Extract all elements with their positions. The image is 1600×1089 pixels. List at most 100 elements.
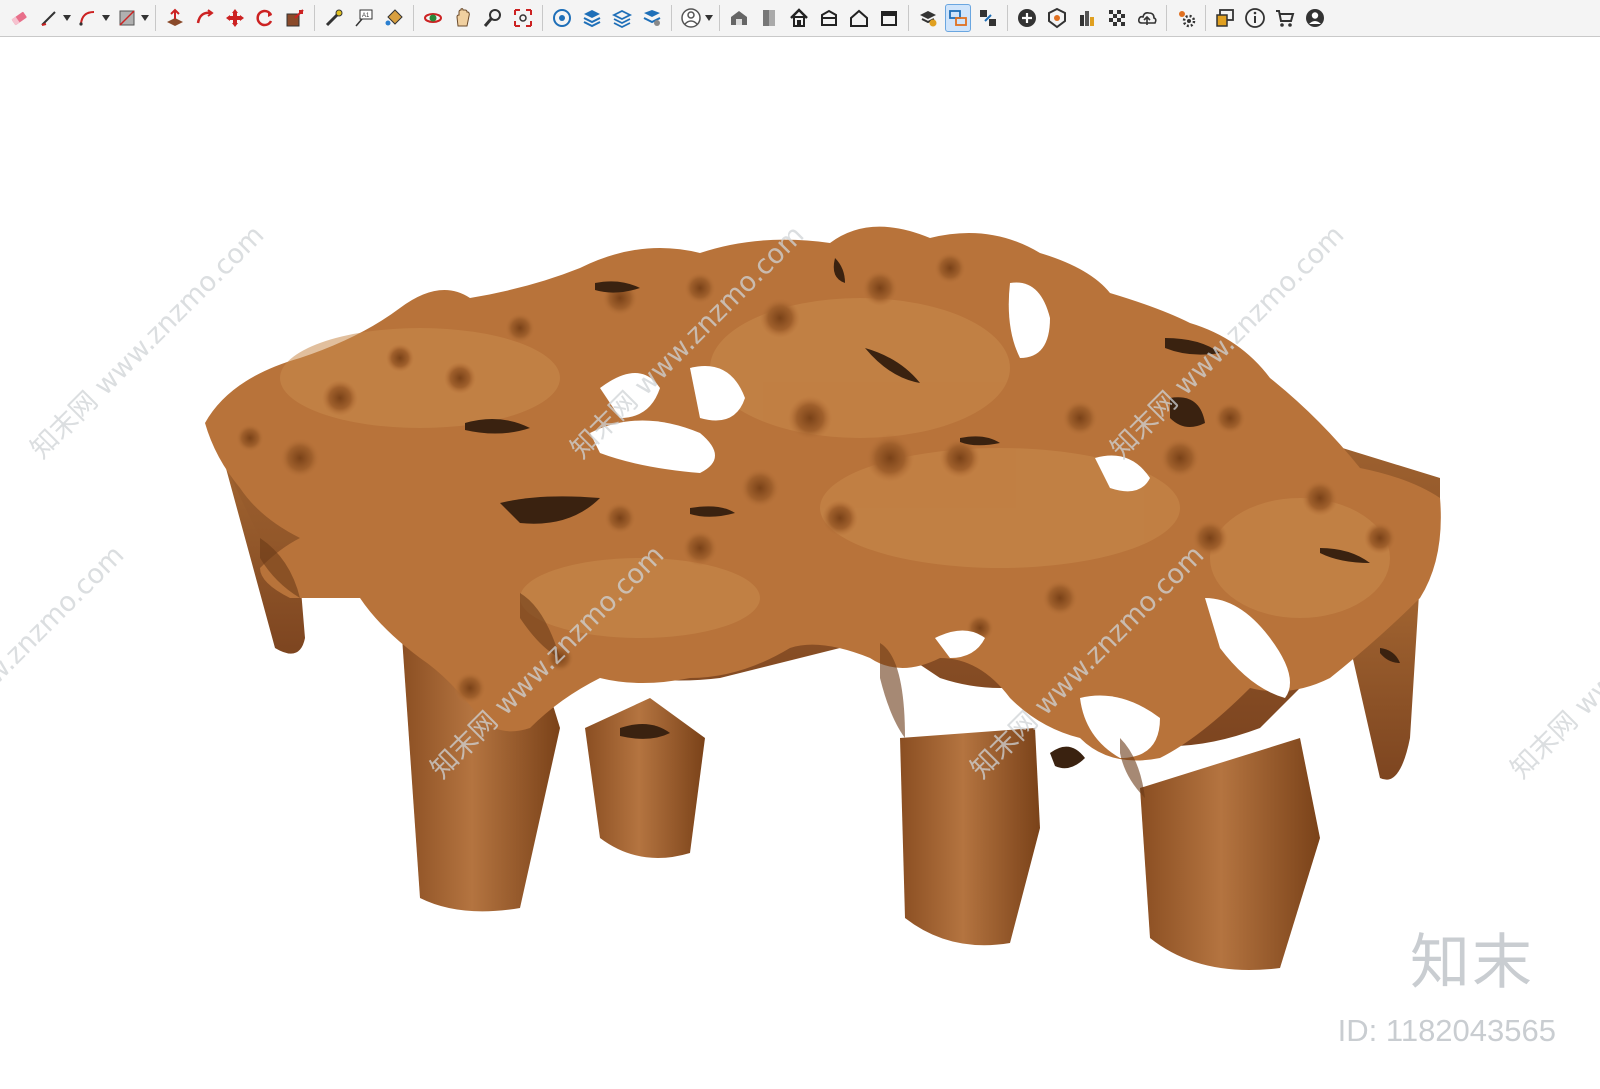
sandbox-icon — [1048, 7, 1066, 29]
home-icon — [790, 8, 808, 27]
cloud-upload-button[interactable] — [1134, 4, 1160, 32]
orbit-icon — [424, 13, 442, 23]
views-group — [724, 0, 904, 37]
paint-bucket-button[interactable] — [381, 4, 407, 32]
section-plane-icon — [553, 9, 571, 27]
text-label-button[interactable]: A1 — [351, 4, 377, 32]
fog-button[interactable] — [1104, 4, 1130, 32]
tape-measure-button[interactable] — [321, 4, 347, 32]
shadows-icon — [1080, 11, 1094, 26]
construction-tools-group: A1 — [319, 0, 409, 37]
outliner-icon — [949, 10, 967, 26]
outliner-button[interactable] — [945, 4, 971, 32]
push-pull-button[interactable] — [162, 4, 188, 32]
cart-button[interactable] — [1272, 4, 1298, 32]
iso-view-button[interactable] — [816, 4, 842, 32]
move-button[interactable] — [222, 4, 248, 32]
toolbar-separator — [908, 5, 909, 31]
text-label-icon: A1 — [355, 9, 373, 27]
front-view-button[interactable] — [846, 4, 872, 32]
dialog-button[interactable] — [1212, 4, 1238, 32]
user-account-button[interactable] — [678, 4, 704, 32]
scenes-icon — [643, 10, 661, 26]
solid-tools-icon — [920, 11, 937, 27]
home-button[interactable] — [786, 4, 812, 32]
model-viewport[interactable]: 知末网 www.znzmo.com 知末网 www.znzmo.com 知末网 … — [0, 38, 1600, 1089]
scenes-button[interactable] — [639, 4, 665, 32]
arc-button[interactable] — [75, 4, 101, 32]
sandbox-button[interactable] — [1044, 4, 1070, 32]
fog-icon — [1109, 10, 1125, 26]
shadows-button[interactable] — [1074, 4, 1100, 32]
pencil-button[interactable] — [36, 4, 62, 32]
profile-icon — [1306, 9, 1324, 27]
iso-view-icon — [821, 9, 837, 26]
user-account-dropdown[interactable] — [704, 4, 713, 32]
push-pull-icon — [167, 8, 183, 26]
warehouse-icon — [731, 11, 747, 25]
pan-button[interactable] — [450, 4, 476, 32]
move-icon — [226, 9, 244, 27]
account-group — [676, 0, 715, 37]
chevron-down-icon — [140, 15, 149, 21]
cart-icon — [1276, 10, 1295, 27]
warehouse-button[interactable] — [726, 4, 752, 32]
orbit-button[interactable] — [420, 4, 446, 32]
camera-tools-group — [418, 0, 538, 37]
layers-icon — [583, 10, 601, 28]
eraser-button[interactable] — [6, 4, 32, 32]
dialog-icon — [1216, 9, 1234, 27]
pencil-icon — [41, 11, 56, 26]
instructor-info-icon — [1245, 8, 1265, 28]
follow-me-icon — [196, 9, 214, 24]
zoom-icon — [483, 9, 501, 27]
add-location-icon — [1018, 9, 1036, 27]
pan-icon — [456, 8, 470, 27]
inspector-group — [913, 0, 1003, 37]
chevron-down-icon — [101, 15, 110, 21]
toolbar-separator — [314, 5, 315, 31]
arc-icon — [79, 11, 95, 26]
instructor-info-button[interactable] — [1242, 4, 1268, 32]
section-plane-button[interactable] — [549, 4, 575, 32]
follow-me-button[interactable] — [192, 4, 218, 32]
extension-settings-button[interactable] — [1173, 4, 1199, 32]
shape-dropdown[interactable] — [140, 4, 149, 32]
arc-dropdown[interactable] — [101, 4, 110, 32]
rotate-button[interactable] — [252, 4, 278, 32]
wood-table-model — [205, 226, 1441, 970]
paint-bucket-icon — [385, 9, 403, 26]
side-view-icon — [881, 11, 897, 26]
cloud-upload-icon — [1138, 12, 1157, 25]
side-view-button[interactable] — [876, 4, 902, 32]
solid-tools-button[interactable] — [915, 4, 941, 32]
profile-button[interactable] — [1302, 4, 1328, 32]
layers-button[interactable] — [579, 4, 605, 32]
styles-button[interactable] — [609, 4, 635, 32]
toolbar-separator — [542, 5, 543, 31]
extension-settings-icon — [1179, 11, 1196, 28]
zoom-button[interactable] — [480, 4, 506, 32]
chevron-down-icon — [62, 15, 71, 21]
toolbar-separator — [1205, 5, 1206, 31]
component-icon — [763, 10, 775, 26]
rotate-icon — [256, 9, 273, 27]
entity-info-button[interactable] — [975, 4, 1001, 32]
environment-group — [1012, 0, 1162, 37]
styles-icon — [611, 9, 633, 29]
toolbar-separator — [719, 5, 720, 31]
scale-icon — [286, 9, 304, 27]
toolbar-separator — [413, 5, 414, 31]
shape-button[interactable] — [114, 4, 140, 32]
add-location-button[interactable] — [1014, 4, 1040, 32]
scale-button[interactable] — [282, 4, 308, 32]
component-button[interactable] — [756, 4, 782, 32]
extensions-group — [1171, 0, 1201, 37]
zoom-extents-button[interactable] — [510, 4, 536, 32]
svg-text:A1: A1 — [362, 13, 370, 19]
toolbar-separator — [155, 5, 156, 31]
brand-watermark: 知末 — [1410, 928, 1534, 998]
pencil-dropdown[interactable] — [62, 4, 71, 32]
help-group — [1210, 0, 1330, 37]
toolbar-separator — [1007, 5, 1008, 31]
